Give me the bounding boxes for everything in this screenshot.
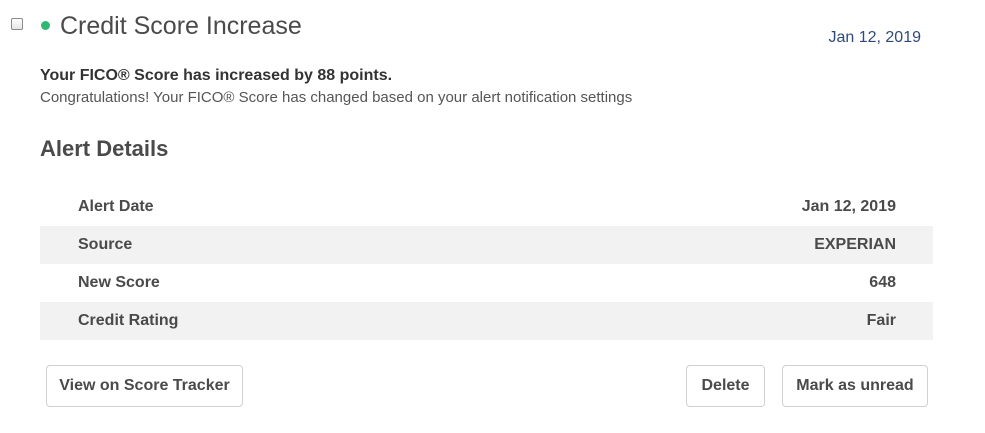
- detail-label: Source: [78, 236, 133, 253]
- view-score-tracker-button[interactable]: View on Score Tracker: [46, 365, 243, 407]
- detail-value: Fair: [866, 312, 896, 329]
- alert-title: Credit Score Increase: [60, 12, 302, 40]
- alert-message: Congratulations! Your FICO® Score has ch…: [40, 89, 633, 106]
- alert-details-title: Alert Details: [40, 136, 169, 161]
- delete-button[interactable]: Delete: [686, 365, 765, 407]
- select-alert-checkbox[interactable]: [11, 18, 23, 30]
- detail-value: EXPERIAN: [814, 236, 896, 253]
- detail-label: Alert Date: [78, 198, 154, 215]
- alert-details-table: Alert Date Jan 12, 2019 Source EXPERIAN …: [40, 188, 933, 340]
- detail-row-alert-date: Alert Date Jan 12, 2019: [40, 188, 933, 226]
- detail-row-credit-rating: Credit Rating Fair: [40, 302, 933, 340]
- alert-date: Jan 12, 2019: [828, 29, 921, 46]
- detail-row-source: Source EXPERIAN: [40, 226, 933, 264]
- detail-row-new-score: New Score 648: [40, 264, 933, 302]
- mark-as-unread-button[interactable]: Mark as unread: [782, 365, 928, 407]
- detail-value: Jan 12, 2019: [801, 198, 896, 215]
- detail-label: Credit Rating: [78, 312, 179, 329]
- alert-headline: Your FICO® Score has increased by 88 poi…: [40, 67, 393, 84]
- status-dot-icon: [41, 21, 50, 30]
- alert-card: Credit Score Increase Jan 12, 2019 Your …: [0, 0, 985, 433]
- detail-label: New Score: [78, 274, 160, 291]
- detail-value: 648: [869, 274, 896, 291]
